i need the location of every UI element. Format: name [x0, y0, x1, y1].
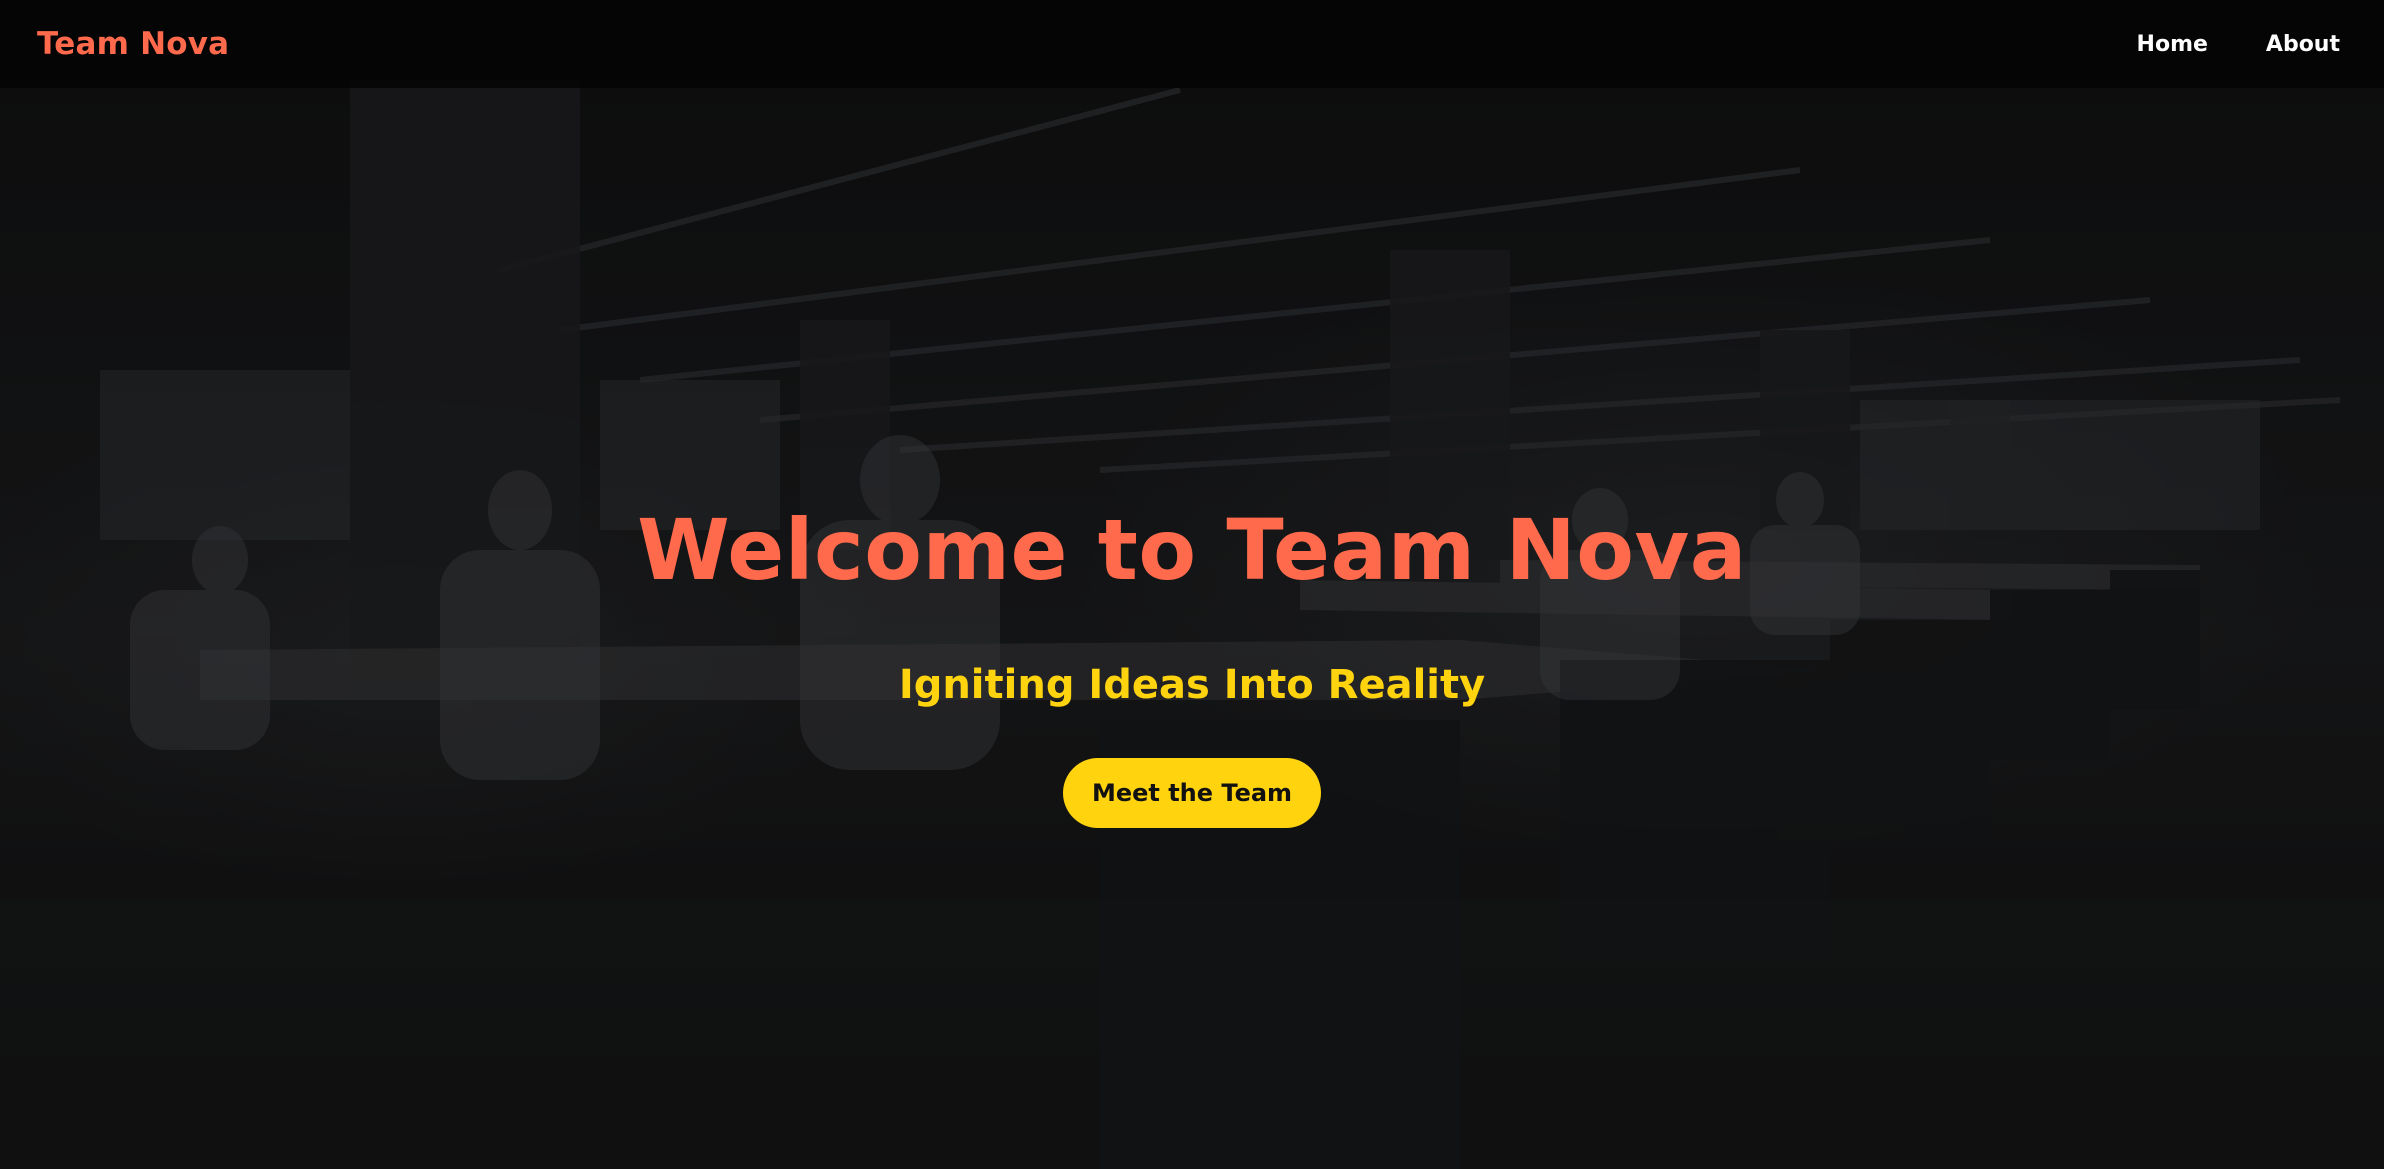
hero-title: Welcome to Team Nova — [637, 501, 1747, 599]
nav-link-about[interactable]: About — [2266, 32, 2340, 57]
nav-links: Home About — [2137, 32, 2346, 57]
top-navbar: Team Nova Home About — [0, 0, 2384, 88]
nav-link-home[interactable]: Home — [2137, 32, 2208, 57]
brand-logo-text[interactable]: Team Nova — [37, 26, 229, 62]
hero-subtitle: Igniting Ideas Into Reality — [898, 662, 1486, 708]
landing-page: Team Nova Home About Welcome to Team Nov… — [0, 0, 2384, 1169]
hero-section: Welcome to Team Nova Igniting Ideas Into… — [0, 0, 2384, 1169]
meet-the-team-button[interactable]: Meet the Team — [1063, 758, 1321, 828]
